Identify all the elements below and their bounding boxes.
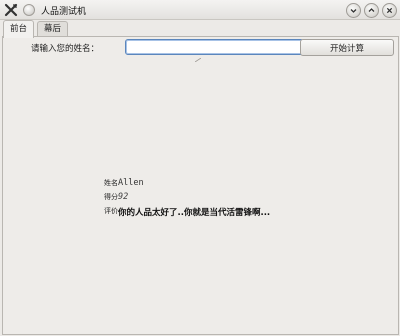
chevron-down-icon <box>350 9 357 13</box>
window-title: 人品测试机 <box>41 7 87 17</box>
tab-front[interactable]: 前台 <box>3 20 35 38</box>
name-row: 姓名Allen <box>104 178 144 188</box>
tab-bar: 前台 幕后 <box>0 20 400 38</box>
close-button[interactable] <box>382 3 397 18</box>
splitter-handle-icon <box>195 58 201 62</box>
comment-label: 评价 <box>104 207 118 215</box>
score-value: 92 <box>118 192 129 202</box>
start-calculate-button[interactable]: 开始计算 <box>300 39 394 56</box>
close-icon <box>386 7 393 14</box>
title-bar[interactable]: 人品测试机 <box>0 0 400 20</box>
x-tools-icon[interactable] <box>4 3 18 17</box>
score-row: 得分92 <box>104 192 128 202</box>
tab-back[interactable]: 幕后 <box>37 21 69 37</box>
name-prompt-label: 请输入您的姓名： <box>31 44 100 54</box>
name-input[interactable] <box>125 39 304 55</box>
score-label: 得分 <box>104 193 118 201</box>
minimize-button[interactable] <box>346 3 361 18</box>
maximize-button[interactable] <box>364 3 379 18</box>
comment-value: 你的人品太好了..你就是当代活雷锋啊... <box>118 208 271 218</box>
window-menu-icon[interactable] <box>23 4 35 16</box>
chevron-up-icon <box>368 8 375 12</box>
name-value: Allen <box>118 178 144 188</box>
name-label: 姓名 <box>104 179 118 187</box>
comment-row: 评价你的人品太好了..你就是当代活雷锋啊... <box>104 206 270 218</box>
tab-panel: 请输入您的姓名： 开始计算 姓名Allen 得分92 评价你的人品太好了..你就… <box>2 36 399 335</box>
